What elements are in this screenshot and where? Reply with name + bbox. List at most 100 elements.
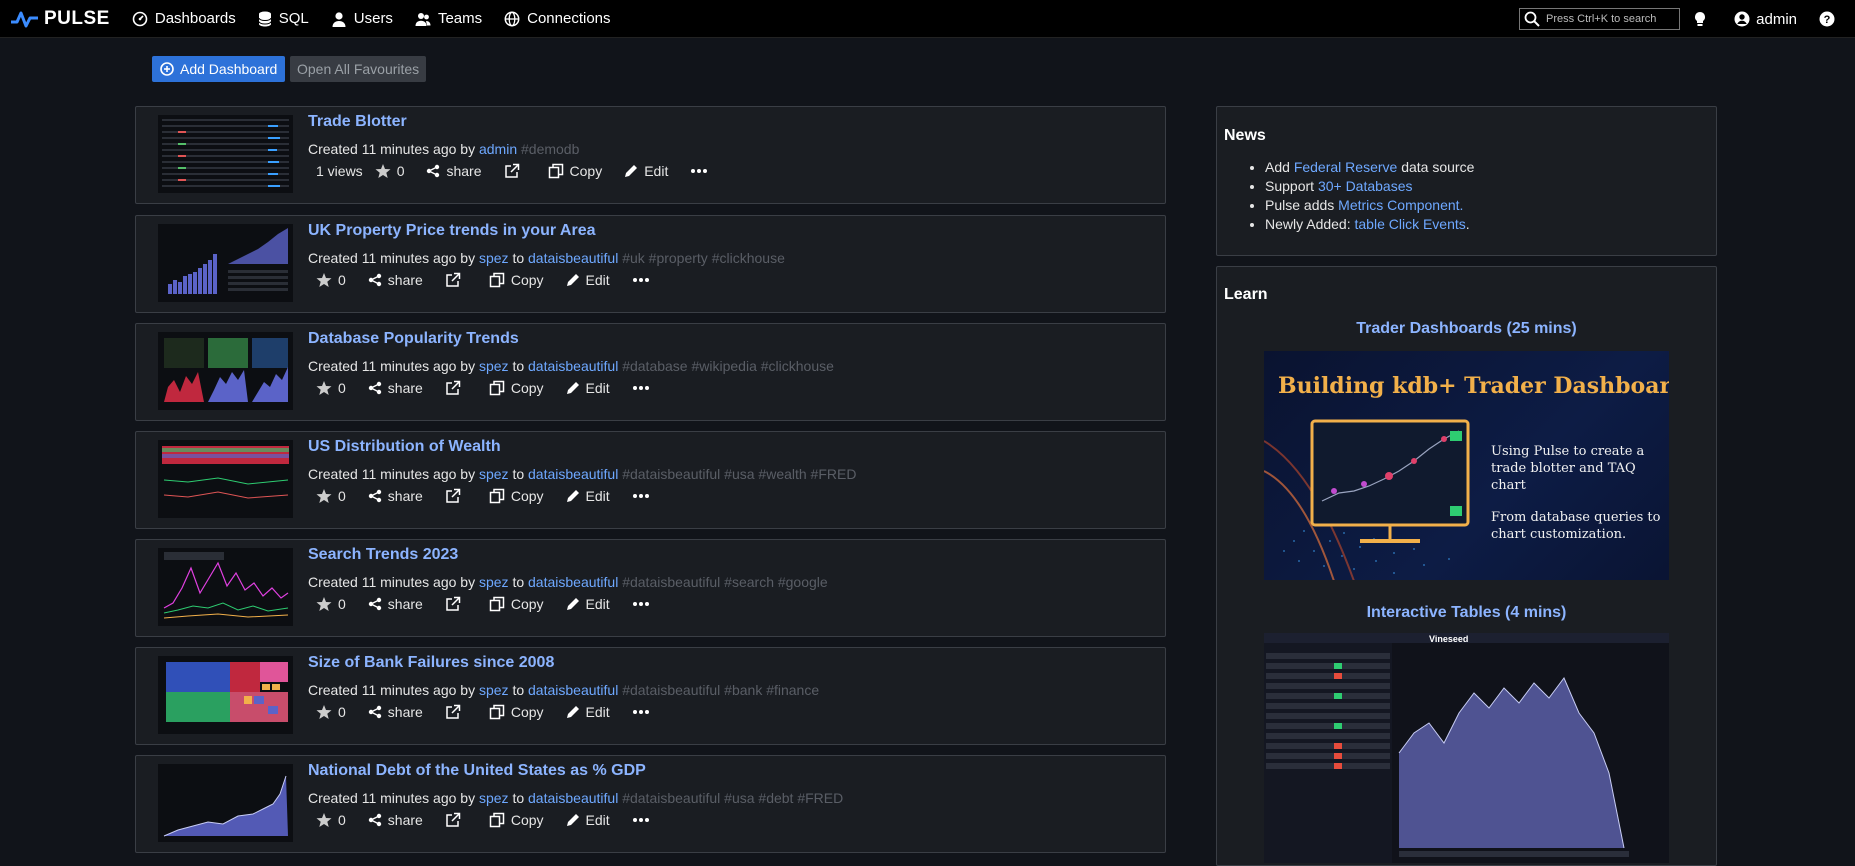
share-label: share xyxy=(387,380,423,396)
more-options-button[interactable] xyxy=(632,601,656,607)
favourite-button[interactable]: 0 xyxy=(316,596,346,612)
add-dashboard-button[interactable]: Add Dashboard xyxy=(152,56,286,82)
favourite-button[interactable]: 0 xyxy=(316,704,346,720)
copy-button[interactable]: Copy xyxy=(489,380,544,396)
more-options-button[interactable] xyxy=(632,385,656,391)
dashboard-thumbnail[interactable] xyxy=(158,656,293,734)
ellipsis-icon xyxy=(632,278,649,282)
view-count: 1 views xyxy=(316,163,363,179)
copy-button[interactable]: Copy xyxy=(489,488,544,504)
open-new-window-button[interactable] xyxy=(445,380,467,396)
edit-button[interactable]: Edit xyxy=(566,812,610,828)
copy-button[interactable]: Copy xyxy=(489,272,544,288)
team-link[interactable]: dataisbeautiful xyxy=(528,682,618,698)
edit-button[interactable]: Edit xyxy=(566,380,610,396)
user-menu[interactable]: admin xyxy=(1734,11,1797,28)
dashboard-actions: 0 share Copy Edit xyxy=(316,488,678,504)
author-link[interactable]: spez xyxy=(479,682,509,698)
favourite-button[interactable]: 0 xyxy=(316,380,346,396)
copy-button[interactable]: Copy xyxy=(489,812,544,828)
open-new-window-button[interactable] xyxy=(504,163,526,179)
author-link[interactable]: spez xyxy=(479,466,509,482)
edit-button[interactable]: Edit xyxy=(566,272,610,288)
edit-button[interactable]: Edit xyxy=(566,596,610,612)
open-new-window-button[interactable] xyxy=(445,704,467,720)
external-link-icon xyxy=(446,596,461,611)
team-link[interactable]: dataisbeautiful xyxy=(528,790,618,806)
help-button[interactable]: ? xyxy=(1819,11,1841,27)
copy-button[interactable]: Copy xyxy=(548,163,602,179)
edit-button[interactable]: Edit xyxy=(566,488,610,504)
share-button[interactable]: share xyxy=(368,272,423,288)
video-link-interactive-tables[interactable]: Interactive Tables (4 mins) xyxy=(1217,604,1716,622)
author-link[interactable]: spez xyxy=(479,790,509,806)
nav-connections[interactable]: Connections xyxy=(504,10,611,27)
team-link[interactable]: dataisbeautiful xyxy=(528,574,618,590)
copy-button[interactable]: Copy xyxy=(489,704,544,720)
share-button[interactable]: share xyxy=(368,812,423,828)
share-button[interactable]: share xyxy=(368,596,423,612)
copy-label: Copy xyxy=(510,380,544,396)
team-link[interactable]: dataisbeautiful xyxy=(528,250,618,266)
more-options-button[interactable] xyxy=(690,168,714,174)
favourite-button[interactable]: 0 xyxy=(316,812,346,828)
dashboard-title[interactable]: Trade Blotter xyxy=(308,113,407,131)
favourite-button[interactable]: 0 xyxy=(316,488,346,504)
search-input[interactable]: Press Ctrl+K to search xyxy=(1519,8,1680,30)
poster-text: Using Pulse to create a trade blotter an… xyxy=(1491,444,1645,493)
news-link[interactable]: Federal Reserve xyxy=(1294,159,1398,175)
news-item: Pulse adds Metrics Component. xyxy=(1265,196,1474,215)
open-new-window-button[interactable] xyxy=(445,812,467,828)
share-button[interactable]: share xyxy=(368,704,423,720)
share-button[interactable]: share xyxy=(368,488,423,504)
ellipsis-icon xyxy=(691,169,708,173)
dashboard-thumbnail[interactable] xyxy=(158,224,293,302)
author-link[interactable]: admin xyxy=(479,141,517,157)
dashboard-thumbnail[interactable] xyxy=(158,440,293,518)
video-thumbnail-interactive-tables[interactable]: Vineseed xyxy=(1264,633,1669,863)
news-link[interactable]: Metrics Component. xyxy=(1338,197,1463,213)
dashboard-title[interactable]: Search Trends 2023 xyxy=(308,546,458,564)
dashboard-title[interactable]: National Debt of the United States as % … xyxy=(308,762,646,780)
favourite-button[interactable]: 0 xyxy=(316,272,346,288)
open-new-window-button[interactable] xyxy=(445,596,467,612)
more-options-button[interactable] xyxy=(632,817,656,823)
news-link[interactable]: table Click Events xyxy=(1355,216,1466,232)
video-link-trader-dashboards[interactable]: Trader Dashboards (25 mins) xyxy=(1217,320,1716,338)
edit-button[interactable]: Edit xyxy=(566,704,610,720)
open-new-window-button[interactable] xyxy=(445,488,467,504)
dashboard-thumbnail[interactable] xyxy=(158,548,293,626)
more-options-button[interactable] xyxy=(632,493,656,499)
dashboard-title[interactable]: Size of Bank Failures since 2008 xyxy=(308,654,554,672)
more-options-button[interactable] xyxy=(632,709,656,715)
news-item: Newly Added: table Click Events. xyxy=(1265,215,1474,234)
team-link[interactable]: dataisbeautiful xyxy=(528,466,618,482)
dashboard-title[interactable]: US Distribution of Wealth xyxy=(308,438,501,456)
dashboard-title[interactable]: UK Property Price trends in your Area xyxy=(308,222,596,240)
team-link[interactable]: dataisbeautiful xyxy=(528,358,618,374)
author-link[interactable]: spez xyxy=(479,358,509,374)
copy-button[interactable]: Copy xyxy=(489,596,544,612)
nav-teams[interactable]: Teams xyxy=(415,10,482,27)
nav-dashboards[interactable]: Dashboards xyxy=(132,10,236,27)
tips-button[interactable] xyxy=(1694,11,1712,27)
open-new-window-button[interactable] xyxy=(445,272,467,288)
edit-button[interactable]: Edit xyxy=(624,163,668,179)
nav-sql[interactable]: SQL xyxy=(258,10,309,27)
share-button[interactable]: share xyxy=(426,163,482,179)
author-link[interactable]: spez xyxy=(479,250,509,266)
dashboard-thumbnail[interactable] xyxy=(158,764,293,842)
dashboard-thumbnail[interactable] xyxy=(158,332,293,410)
pulse-logo[interactable]: PULSE xyxy=(10,8,110,30)
dashboard-title[interactable]: Database Popularity Trends xyxy=(308,330,519,348)
copy-label: Copy xyxy=(510,704,544,720)
open-all-favourites-button[interactable]: Open All Favourites xyxy=(290,56,427,82)
more-options-button[interactable] xyxy=(632,277,656,283)
dashboard-thumbnail[interactable] xyxy=(158,115,293,193)
author-link[interactable]: spez xyxy=(479,574,509,590)
favourite-button[interactable]: 0 xyxy=(375,163,404,179)
nav-users[interactable]: Users xyxy=(331,10,393,27)
video-thumbnail-trader-dashboards[interactable]: Building kdb+ Trader Dashboards Using Pu… xyxy=(1264,351,1669,580)
share-button[interactable]: share xyxy=(368,380,423,396)
news-link[interactable]: 30+ Databases xyxy=(1318,178,1413,194)
